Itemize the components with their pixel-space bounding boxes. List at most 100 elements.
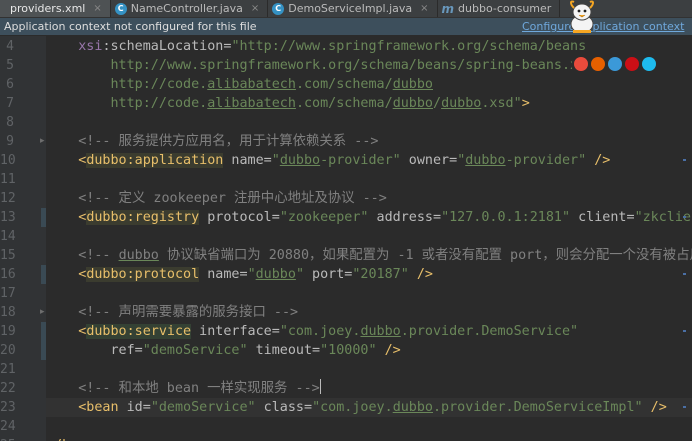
code-token: owner= [400,153,458,168]
code-token: "demoService" [142,343,248,358]
line-number: 20 [0,343,16,358]
code-token: class= [255,400,313,415]
code-line: ref="demoService" timeout="10000" /> [46,341,692,360]
tab-demoserviceimpl-java[interactable]: C DemoServiceImpl.java × [268,0,438,17]
code-token: "demoService" [150,400,256,415]
code-token: < [46,324,87,339]
code-token: " [271,153,280,168]
mascot-icon [570,0,594,34]
tab-dubbo-consumer[interactable]: m dubbo-consumer [438,0,561,17]
firefox-icon[interactable] [591,57,605,71]
highlighted-tag: dubbo:protocol [86,267,200,282]
java-class-icon: C [272,2,285,15]
code-token: .com/schema/ [295,96,393,111]
highlighted-tag: dubbo:application [86,153,224,168]
code-token: timeout= [247,343,321,358]
scrollbar-marker [683,273,686,275]
close-icon[interactable]: × [420,3,428,14]
text-cursor [319,379,321,394]
fold-marker-icon[interactable]: ▸ [40,307,45,317]
code-token: <!-- [46,248,119,263]
code-token: <!-- 和本地 bean 一样实现服务 --> [46,381,320,396]
code-token: alibabatech [207,77,296,92]
code-line: <bean id="demoService" class="com.joey.d… [46,398,692,417]
code-token: /> [642,400,667,415]
close-icon[interactable]: × [93,3,101,14]
code-token: 协议缺省端口为 20880，如果配置为 -1 或者没有配置 port，则会分配一… [158,248,692,263]
browser-preview-bar [572,55,658,73]
code-line: <dubbo:protocol name="dubbo" port="20187… [46,265,692,284]
line-number: 19 [0,324,16,339]
code-token: <bean [46,400,119,415]
scrollbar-marker [683,159,686,161]
line-number: 18 [0,305,16,320]
scrollbar-marker [683,330,686,332]
chrome-icon[interactable] [574,57,588,71]
code-token: xsi [78,39,103,54]
code-token: > [521,96,530,111]
code-token: name= [223,153,272,168]
code-token: alibabatech [207,96,296,111]
code-line: <dubbo:registry protocol="zookeeper" add… [46,208,692,227]
code-token: "com.joey. [312,400,393,415]
tab-label: dubbo-consumer [458,2,552,15]
code-token: protocol= [199,210,280,225]
code-token: "20187" [352,267,409,282]
line-number-gutter: 4 5 6 7 8 9 10 11 12 13 14 15 16 17 18 19 20 21 22 23 24 25 ▸ ▸ [0,36,46,441]
line-number: 22 [0,381,16,396]
code-token: /> [408,267,433,282]
code-token: interface= [191,324,280,339]
module-icon: m [441,1,455,16]
code-token: /> [586,153,611,168]
code-line: xsi:schemaLocation="http://www.springfra… [46,37,692,56]
line-number: 14 [0,229,16,244]
ide-window: providers.xml × C NameController.java × C Demo… [0,0,692,441]
code-token: "10000" [320,343,377,358]
code-token: < [46,267,87,282]
code-token: dubbo [392,400,433,415]
tab-namecontroller-java[interactable]: C NameController.java × [111,0,269,17]
code-line: <!-- dubbo 协议缺省端口为 20880，如果配置为 -1 或者没有配置… [46,246,692,265]
code-token: client= [570,210,635,225]
code-line: </beans> [46,436,692,441]
tab-label: providers.xml [10,2,86,15]
close-icon[interactable]: × [251,3,259,14]
java-class-icon: C [114,2,127,15]
code-token: .xsd" [481,96,522,111]
code-token: <!-- 服务提供方应用名，用于计算依赖关系 --> [46,134,379,149]
line-number: 4 [6,39,14,54]
line-number: 8 [6,115,14,130]
code-token: http://www.springframework.org/schema/be… [46,58,595,73]
line-number: 11 [0,172,16,187]
tab-providers-xml[interactable]: providers.xml × [0,0,111,17]
code-token: port= [304,267,353,282]
configure-context-link[interactable]: Configure application context [522,18,684,35]
code-token: <!-- 声明需要暴露的服务接口 --> [46,305,299,320]
code-token: dubbo [360,324,401,339]
code-token: dubbo [279,153,321,168]
code-token: .provider.DemoService" [400,324,579,339]
opera-icon[interactable] [625,57,639,71]
code-token: dubbo [465,153,506,168]
code-token: .provider.DemoServiceImpl" [433,400,643,415]
ie-icon[interactable] [642,57,656,71]
code-editor[interactable]: xsi:schemaLocation="http://www.springfra… [46,36,692,441]
safari-icon[interactable] [608,57,622,71]
code-token: "http://www.springframework.org/schema/b… [231,39,587,54]
line-number: 9 [6,134,14,149]
line-number: 6 [6,77,14,92]
highlighted-tag: dubbo:service [86,324,192,339]
code-token: " [295,267,304,282]
code-line: <dubbo:application name="dubbo-provider"… [46,151,692,170]
code-token: <!-- 定义 zookeeper 注册中心地址及协议 --> [46,191,387,206]
line-number: 13 [0,210,16,225]
line-number: 10 [0,153,16,168]
code-token: ref= [46,343,143,358]
fold-marker-icon[interactable]: ▸ [40,136,45,146]
code-token: dubbo [392,96,433,111]
code-token: dubbo [255,267,296,282]
code-token: "com.joey. [279,324,361,339]
